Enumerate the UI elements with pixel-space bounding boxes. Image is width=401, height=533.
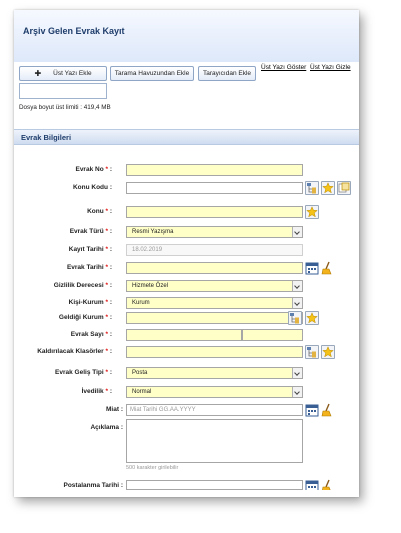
hide-top-doc-link[interactable]: Üst Yazı Gizle — [310, 64, 351, 71]
calendar-icon[interactable] — [305, 261, 319, 275]
favorite-star-icon[interactable] — [305, 205, 319, 219]
chevron-down-icon[interactable] — [292, 227, 302, 237]
evrak-gelis-tipi-select[interactable]: Posta — [126, 367, 303, 379]
char-limit-hint: 500 karakter girilebilir — [126, 465, 179, 471]
ivedilik-select[interactable]: Normal — [126, 386, 303, 398]
favorite-star-icon[interactable] — [321, 181, 335, 195]
geldigi-kurum-input[interactable] — [126, 312, 303, 324]
favorite-star-icon[interactable] — [305, 311, 319, 325]
evrak-tarihi-label: Evrak Tarihi * : — [66, 264, 112, 271]
evrak-gelis-tipi-label: Evrak Geliş Tipi * : — [55, 369, 112, 376]
evrak-no-label: Evrak No * : — [75, 166, 112, 173]
add-top-doc-label: Üst Yazı Ekle — [53, 70, 92, 77]
add-from-scan-pool-button[interactable]: Tarama Havuzundan Ekle — [110, 66, 194, 81]
broom-clear-icon[interactable] — [320, 261, 334, 275]
page-title: Arşiv Gelen Evrak Kayıt — [23, 26, 125, 36]
aciklama-textarea[interactable] — [126, 419, 303, 463]
postalanma-tarihi-input[interactable] — [126, 480, 303, 490]
kaldirilacak-klasorler-label: Kaldırılacak Klasörler * : — [37, 348, 112, 355]
kayit-tarihi-label: Kayıt Tarihi * : — [68, 246, 112, 253]
konu-input[interactable] — [126, 206, 303, 218]
broom-clear-icon[interactable] — [320, 479, 334, 490]
calendar-icon[interactable] — [305, 403, 319, 417]
konu-kodu-input[interactable] — [126, 182, 303, 194]
section-header: Evrak Bilgileri — [14, 129, 359, 145]
kisi-kurum-label: Kişi-Kurum * : — [68, 299, 112, 306]
evrak-turu-select[interactable]: Resmi Yazışma — [126, 226, 303, 238]
calendar-icon[interactable] — [305, 479, 319, 490]
chevron-down-icon[interactable] — [292, 298, 302, 308]
gizlilik-select[interactable]: Hizmete Özel — [126, 280, 303, 292]
attachment-box[interactable] — [19, 83, 107, 99]
chevron-down-icon[interactable] — [292, 387, 302, 397]
ivedilik-label: İvedilik * : — [81, 388, 112, 395]
postalanma-tarihi-label: Postalanma Tarihi : — [63, 482, 124, 489]
konu-label: Konu * : — [87, 208, 112, 215]
chevron-down-icon[interactable] — [292, 281, 302, 291]
section-title: Evrak Bilgileri — [21, 133, 72, 142]
chevron-down-icon[interactable] — [292, 368, 302, 378]
tree-picker-icon[interactable] — [288, 311, 302, 325]
kisi-kurum-select[interactable]: Kurum — [126, 297, 303, 309]
favorite-star-icon[interactable] — [321, 345, 335, 359]
plus-icon: ✚ — [34, 69, 42, 78]
window-header: Arşiv Gelen Evrak Kayıt — [14, 10, 359, 62]
add-from-scanner-button[interactable]: Tarayıcıdan Ekle — [198, 66, 256, 81]
evrak-turu-label: Evrak Türü * : — [69, 228, 112, 235]
copy-icon[interactable] — [337, 181, 351, 195]
evrak-sayi-label: Evrak Sayı * : — [70, 331, 112, 338]
tree-picker-icon[interactable] — [305, 181, 319, 195]
evrak-sayi-input-2[interactable] — [242, 329, 303, 341]
evrak-tarihi-input[interactable] — [126, 262, 303, 274]
evrak-no-input[interactable] — [126, 164, 303, 176]
kaldirilacak-klasorler-input[interactable] — [126, 346, 303, 358]
gizlilik-label: Gizlilik Derecesi * : — [53, 282, 112, 289]
kayit-tarihi-input: 18.02.2019 — [126, 244, 303, 256]
evrak-sayi-input[interactable] — [126, 329, 242, 341]
add-top-doc-button[interactable]: ✚ Üst Yazı Ekle — [19, 66, 107, 81]
show-top-doc-link[interactable]: Üst Yazı Göster — [261, 64, 306, 71]
aciklama-label: Açıklama : — [90, 424, 123, 431]
konu-kodu-label: Konu Kodu : — [72, 184, 112, 191]
broom-clear-icon[interactable] — [320, 403, 334, 417]
geldigi-kurum-label: Geldiği Kurum * : — [58, 314, 112, 321]
file-size-limit-text: Dosya boyut üst limiti : 419,4 MB — [19, 104, 111, 111]
tree-picker-icon[interactable] — [305, 345, 319, 359]
miat-input[interactable]: Miat Tarihi GG.AA.YYYY — [126, 404, 303, 416]
miat-label: Miat : — [106, 406, 123, 413]
